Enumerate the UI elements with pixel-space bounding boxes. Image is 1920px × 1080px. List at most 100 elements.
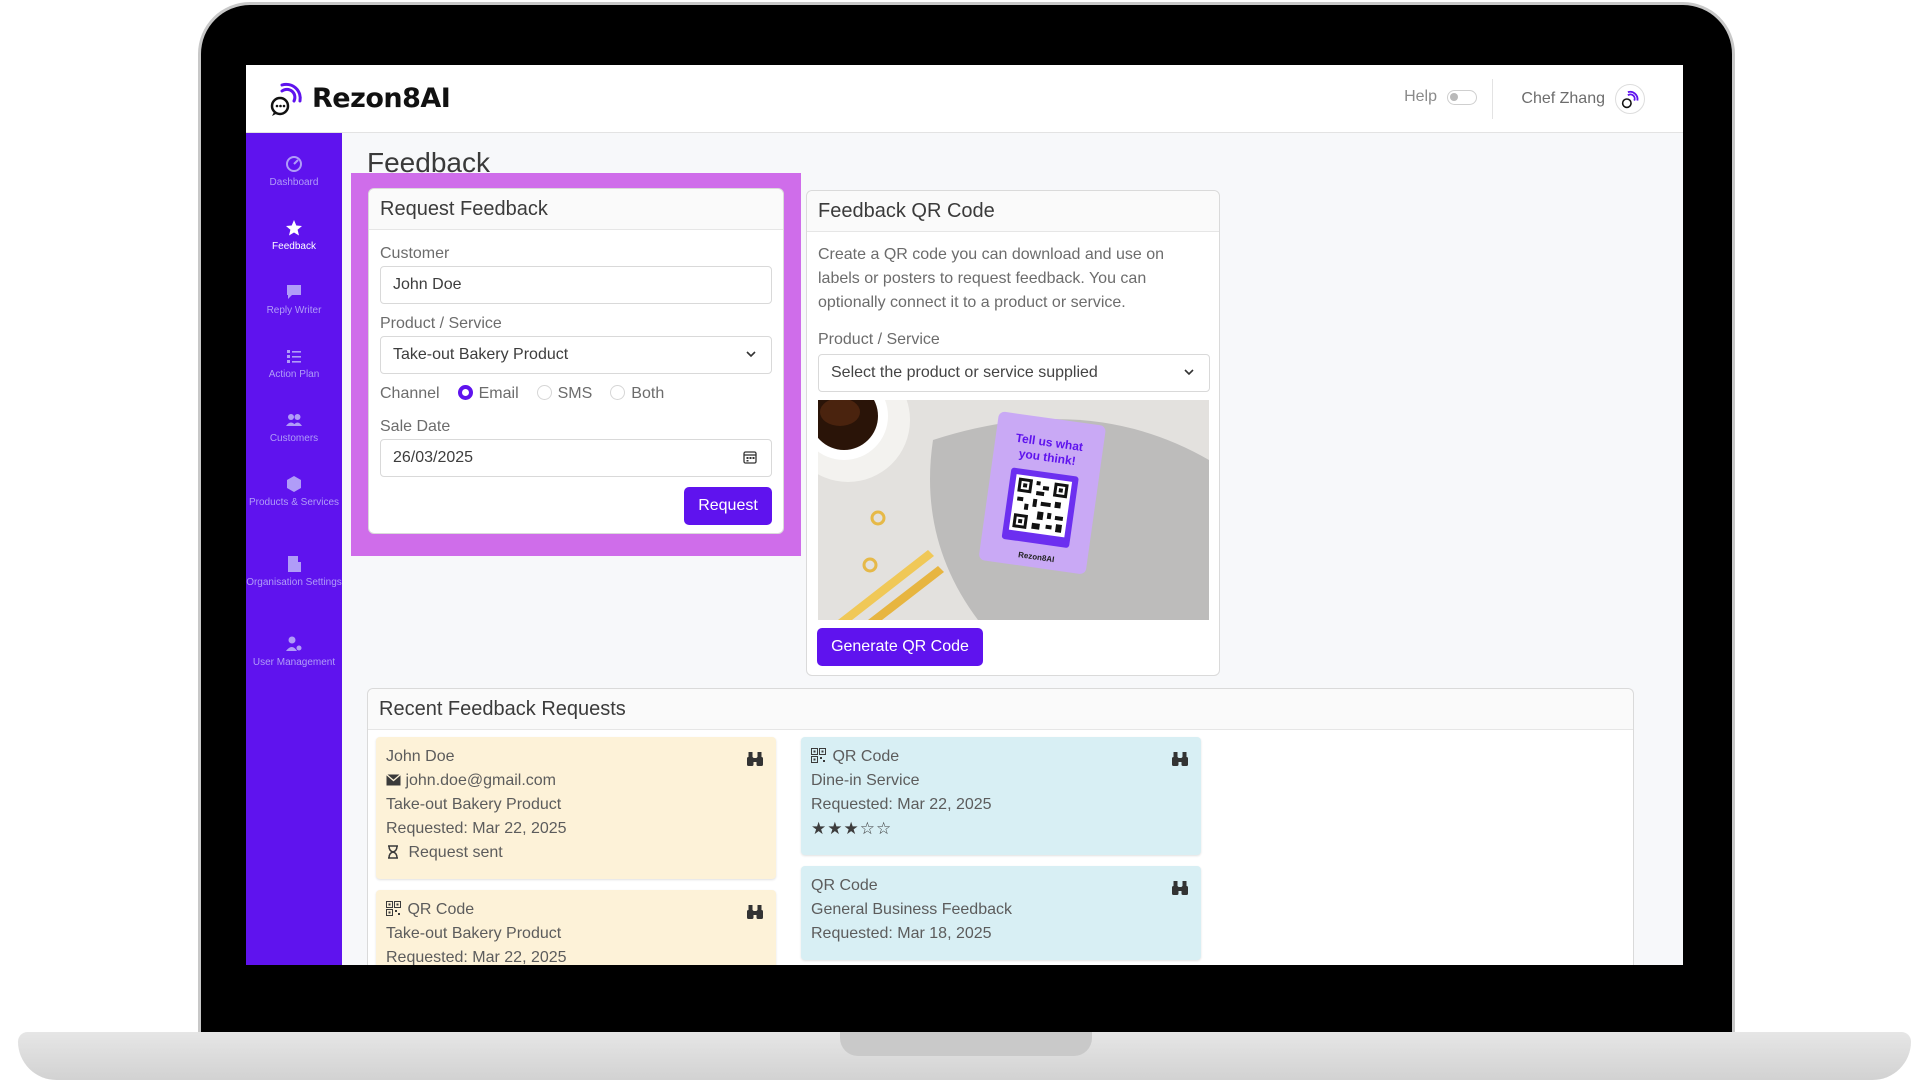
box-icon (287, 476, 301, 492)
request-feedback-title: Request Feedback (369, 189, 783, 230)
qr-code-title: Feedback QR Code (807, 191, 1219, 232)
request-status-row: Request sent (386, 841, 766, 865)
request-type-row: QR Code (811, 745, 1191, 769)
users-icon (286, 414, 302, 426)
help-toggle[interactable]: Help (1404, 88, 1477, 106)
star-icon (286, 220, 302, 236)
qr-product-placeholder: Select the product or service supplied (831, 364, 1098, 381)
calendar-icon[interactable] (743, 450, 757, 464)
sidebar-item-products[interactable]: Products & Services (246, 475, 342, 511)
user-gear-icon (286, 636, 302, 651)
sidebar-item-organisation-settings[interactable]: Organisation Settings (246, 555, 342, 591)
sidebar-item-label: Action Plan (268, 369, 320, 380)
sidebar-item-user-management[interactable]: User Management (246, 635, 342, 671)
customer-label: Customer (380, 245, 450, 262)
request-product: Dine-in Service (811, 772, 920, 789)
request-card-john-doe[interactable]: John Doe john.doe@gmail.com Take-out Bak… (376, 737, 776, 879)
sidebar-item-label: Dashboard (269, 177, 319, 188)
customer-field[interactable]: John Doe (380, 266, 772, 304)
request-type: QR Code (407, 901, 475, 918)
request-type-row: QR Code (386, 898, 766, 922)
request-product: Take-out Bakery Product (386, 796, 562, 813)
binoculars-icon[interactable] (1171, 880, 1189, 896)
user-menu[interactable]: Chef Zhang (1521, 84, 1645, 114)
channel-option-sms[interactable]: SMS (536, 385, 592, 403)
top-bar: Rezon8AI Help Chef Zhang (246, 65, 1683, 133)
recent-requests-title: Recent Feedback Requests (368, 689, 1633, 730)
building-icon (288, 556, 301, 572)
sidebar: Dashboard Feedback Reply Writer Action P… (246, 133, 342, 965)
qr-code-icon (386, 901, 401, 916)
request-status: Request sent (408, 844, 503, 861)
qr-product-label: Product / Service (818, 331, 940, 348)
radio-label-email: Email (478, 385, 519, 402)
request-type: QR Code (811, 877, 878, 894)
radio-both[interactable] (610, 385, 626, 400)
channel-option-both[interactable]: Both (610, 385, 664, 403)
star-rating: ★★★☆☆ (811, 819, 893, 838)
help-label: Help (1404, 88, 1437, 105)
request-type: QR Code (832, 748, 900, 765)
hourglass-icon (388, 845, 398, 859)
request-button[interactable]: Request (684, 487, 772, 525)
sidebar-item-feedback[interactable]: Feedback (246, 219, 342, 255)
avatar-logo-icon (1621, 90, 1639, 109)
binoculars-icon[interactable] (746, 904, 764, 920)
request-card-qr-general[interactable]: QR Code General Business Feedback Reques… (801, 866, 1201, 960)
sidebar-item-label: Organisation Settings (246, 577, 342, 588)
channel-label: Channel (380, 385, 440, 402)
laptop-notch (840, 1032, 1092, 1056)
request-date: Requested: Mar 22, 2025 (386, 820, 567, 837)
bottom-bezel (201, 965, 1732, 1032)
chevron-down-icon (1184, 369, 1194, 376)
product-select[interactable]: Take-out Bakery Product (380, 336, 772, 374)
qr-code-icon (811, 748, 826, 763)
product-label: Product / Service (380, 315, 502, 332)
header-divider (1492, 79, 1493, 119)
binoculars-icon[interactable] (746, 751, 764, 767)
chevron-down-icon (746, 351, 756, 358)
qr-sample-image: Tell us what you think! Rezon8AI (818, 400, 1209, 620)
sidebar-item-reply-writer[interactable]: Reply Writer (246, 283, 342, 319)
radio-email[interactable] (457, 385, 473, 400)
envelope-icon (386, 774, 401, 786)
request-product: Take-out Bakery Product (386, 925, 562, 942)
sale-date-value: 26/03/2025 (393, 449, 474, 466)
request-feedback-card: Request Feedback Customer John Doe Produ… (368, 188, 784, 534)
request-date: Requested: Mar 18, 2025 (811, 925, 992, 942)
request-email-row: john.doe@gmail.com (386, 769, 766, 793)
request-card-qr-takeout[interactable]: QR Code Take-out Bakery Product Requeste… (376, 890, 776, 970)
sidebar-item-customers[interactable]: Customers (246, 411, 342, 447)
qr-product-select[interactable]: Select the product or service supplied (818, 354, 1210, 392)
app-logo[interactable]: Rezon8AI (268, 79, 451, 117)
sidebar-item-label: Customers (269, 433, 319, 444)
sale-date-field[interactable]: 26/03/2025 (380, 439, 772, 477)
generate-qr-button[interactable]: Generate QR Code (817, 628, 983, 666)
request-date: Requested: Mar 22, 2025 (811, 796, 992, 813)
list-icon (287, 350, 301, 363)
request-customer-name: John Doe (386, 748, 455, 765)
logo-icon (270, 82, 302, 116)
sale-date-label: Sale Date (380, 418, 451, 435)
product-select-value: Take-out Bakery Product (393, 346, 569, 363)
avatar[interactable] (1615, 84, 1645, 114)
sidebar-item-label: Feedback (272, 241, 316, 252)
channel-option-email[interactable]: Email (457, 385, 519, 403)
radio-sms[interactable] (536, 385, 552, 400)
sidebar-item-action-plan[interactable]: Action Plan (246, 347, 342, 383)
request-card-qr-dine-in[interactable]: QR Code Dine-in Service Requested: Mar 2… (801, 737, 1201, 855)
qr-description: Create a QR code you can download and us… (818, 246, 1165, 311)
qr-illustration: Tell us what you think! Rezon8AI (818, 400, 1209, 620)
app-name: Rezon8AI (312, 82, 451, 114)
sidebar-item-label: Reply Writer (266, 305, 322, 316)
user-name: Chef Zhang (1521, 90, 1605, 107)
radio-label-both: Both (631, 385, 665, 402)
dashboard-icon (286, 156, 302, 172)
sidebar-item-label: Products & Services (248, 497, 340, 508)
request-email: john.doe@gmail.com (405, 772, 556, 789)
binoculars-icon[interactable] (1171, 751, 1189, 767)
sidebar-item-dashboard[interactable]: Dashboard (246, 155, 342, 191)
chat-icon (287, 285, 301, 299)
help-switch[interactable] (1447, 89, 1477, 105)
sidebar-item-label: User Management (252, 657, 336, 668)
